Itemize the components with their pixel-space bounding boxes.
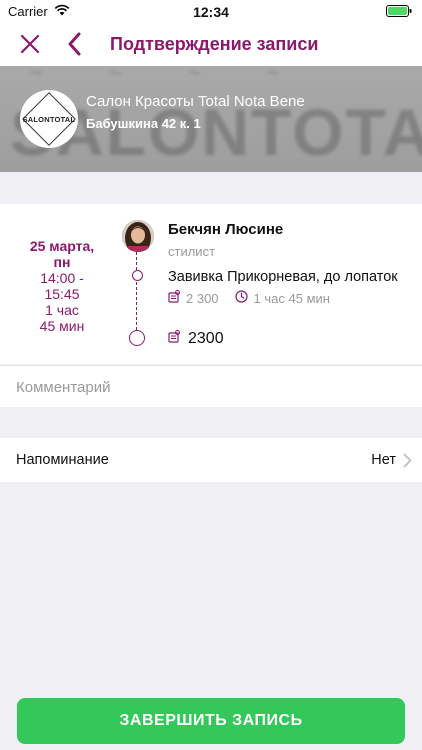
- reminder-value: Нет: [371, 452, 396, 468]
- back-button[interactable]: [64, 30, 86, 58]
- close-icon: [20, 34, 40, 54]
- chevron-left-icon: [68, 32, 81, 56]
- booking-timeline: [129, 252, 145, 352]
- comment-input[interactable]: [16, 366, 406, 408]
- salon-logo: SALONTOTAL: [20, 90, 78, 148]
- timeline-total-node: [129, 330, 145, 346]
- master-role: стилист: [168, 244, 216, 259]
- service-price: 2 300: [186, 290, 219, 306]
- avatar: [122, 220, 154, 252]
- service-meta: 2 300 1 час 45 мин: [168, 290, 330, 306]
- price-tag-icon: [168, 290, 180, 306]
- status-bar: Carrier 12:34: [0, 0, 422, 22]
- timeline-service-node: [132, 270, 143, 281]
- total-price-icon: [168, 330, 180, 348]
- service-duration: 1 час 45 мин: [253, 290, 330, 306]
- booking-weekday: пн: [53, 254, 71, 270]
- booking-duration-minutes: 45 мин: [39, 318, 85, 334]
- booking-card: 25 марта, пн 14:00 - 15:45 1 час 45 мин …: [0, 204, 422, 364]
- reminder-row[interactable]: Напоминание Нет: [0, 438, 422, 482]
- booking-date-time: 25 марта, пн 14:00 - 15:45 1 час 45 мин: [10, 238, 114, 334]
- total-value: 2300: [188, 330, 224, 347]
- status-time: 12:34: [193, 4, 229, 20]
- battery-icon: [386, 5, 412, 20]
- master-name: Бекчян Люсине: [168, 221, 284, 238]
- close-button[interactable]: [16, 30, 44, 58]
- reminder-label: Напоминание: [16, 452, 109, 468]
- booking-duration-hours: 1 час: [45, 302, 79, 318]
- booking-date: 25 марта,: [29, 238, 95, 254]
- nav-bar: Подтверждение записи: [0, 22, 422, 66]
- salon-logo-text: SALONTOTAL: [22, 114, 76, 124]
- booking-time-end: 15:45: [44, 286, 80, 302]
- clock-icon: [234, 290, 248, 306]
- salon-address: Бабушкина 42 к. 1: [86, 116, 201, 131]
- service-name: Завивка Прикорневая, до лопаток: [168, 269, 398, 285]
- comment-field: [0, 365, 422, 408]
- page-title: Подтверждение записи: [110, 34, 319, 54]
- banner-background-decoration: ~ ~ ~ ~: [30, 66, 310, 85]
- salon-banner: ~ ~ ~ ~ SALONTOTAL SALONTOTAL Салон Крас…: [0, 66, 422, 172]
- finish-booking-button[interactable]: ЗАВЕРШИТЬ ЗАПИСЬ: [17, 698, 405, 744]
- timeline-line: [136, 252, 137, 340]
- booking-total: 2300: [168, 330, 224, 348]
- chevron-right-icon: [403, 453, 412, 473]
- booking-time-start: 14:00 -: [40, 270, 84, 286]
- salon-name: Салон Красоты Total Nota Bene: [86, 93, 305, 110]
